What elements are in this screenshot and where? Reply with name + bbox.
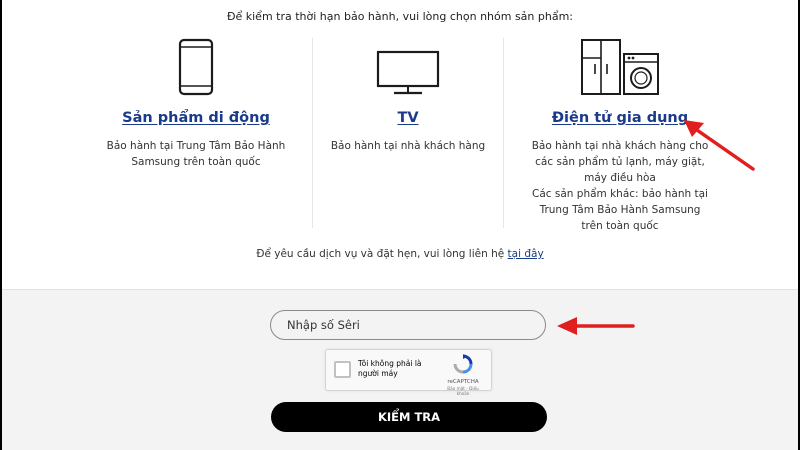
smartphone-icon — [178, 38, 214, 96]
product-tv[interactable]: TV Bảo hành tại nhà khách hàng — [313, 36, 503, 154]
icon-container — [101, 36, 291, 96]
service-text: Để yêu cầu dịch vụ và đặt hẹn, vui lòng … — [256, 248, 505, 260]
icon-container — [313, 36, 503, 96]
column-divider — [503, 38, 504, 228]
recaptcha-checkbox[interactable] — [334, 361, 351, 378]
product-mobile-title[interactable]: Sản phẩm di động — [122, 110, 270, 126]
tv-icon — [376, 50, 440, 95]
service-link[interactable]: tại đây — [508, 248, 544, 260]
product-tv-desc: Bảo hành tại nhà khách hàng — [330, 140, 486, 152]
annotation-arrow-serial — [557, 317, 635, 335]
product-mobile-desc: Bảo hành tại Trung Tâm Bảo Hành Samsung … — [106, 140, 286, 168]
recaptcha-logo-icon — [453, 354, 473, 374]
icon-container — [525, 36, 715, 96]
intro-text: Để kiểm tra thời hạn bảo hành, vui lòng … — [226, 10, 574, 23]
home-appliance-icon — [581, 39, 659, 95]
product-home-appliance-title[interactable]: Điện tử gia dụng — [552, 110, 688, 126]
page: Để kiểm tra thời hạn bảo hành, vui lòng … — [2, 0, 798, 450]
annotation-arrow-product — [684, 120, 755, 171]
service-request-text: Để yêu cầu dịch vụ và đặt hẹn, vui lòng … — [2, 248, 798, 260]
recaptcha-widget: Tôi không phải là người máy reCAPTCHA Bả… — [325, 349, 492, 396]
recaptcha-terms[interactable]: Bảo mật - Điều khoản — [441, 386, 485, 396]
recaptcha-logo: reCAPTCHA Bảo mật - Điều khoản — [441, 354, 485, 396]
recaptcha-brand: reCAPTCHA — [447, 379, 479, 385]
check-warranty-button[interactable]: KIỂM TRA — [271, 402, 547, 432]
recaptcha-label: Tôi không phải là người máy — [358, 359, 422, 378]
warranty-check-form: Tôi không phải là người máy reCAPTCHA Bả… — [2, 289, 798, 450]
product-tv-title[interactable]: TV — [397, 110, 418, 126]
product-mobile[interactable]: Sản phẩm di động Bảo hành tại Trung Tâm … — [101, 36, 291, 170]
serial-number-input[interactable] — [270, 310, 546, 340]
